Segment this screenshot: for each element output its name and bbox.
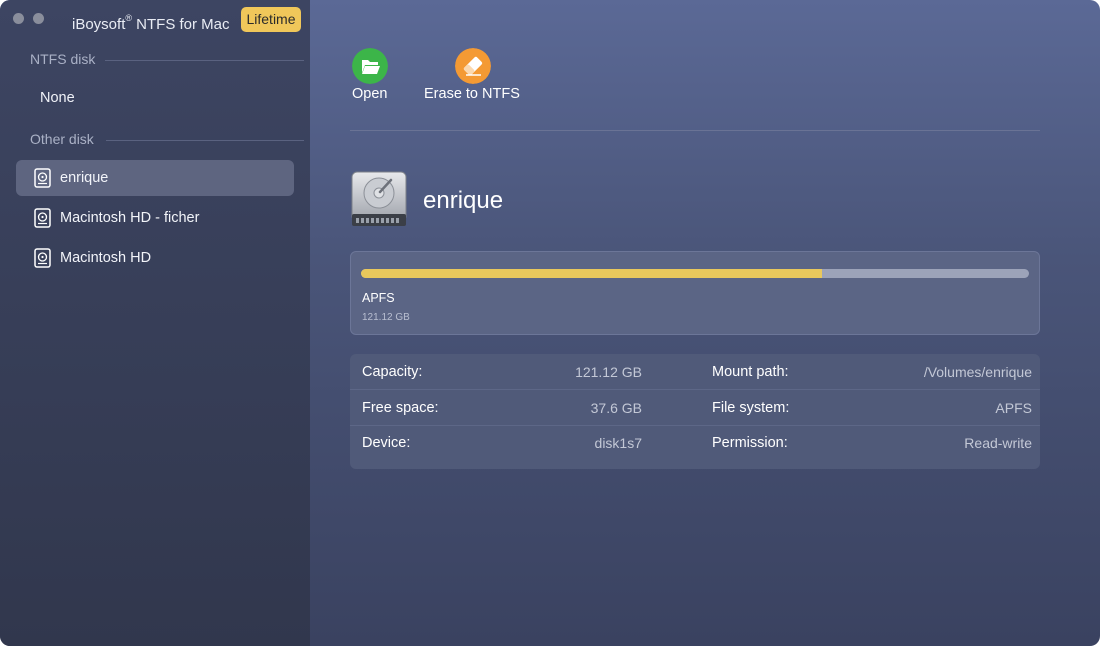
capacity-label: Capacity: [362,364,423,380]
open-button-label: Open [352,86,388,102]
free-space-label: Free space: [362,400,439,416]
sidebar-item-macintosh-hd[interactable]: Macintosh HD [16,240,294,276]
info-row: Free space: 37.6 GB File system: APFS [350,390,1040,426]
sidebar: iBoysoft® NTFS for Mac Lifetime NTFS dis… [0,0,310,646]
device-value: disk1s7 [594,435,642,451]
sidebar-item-label: enrique [60,170,109,186]
sidebar-item-label: Macintosh HD [60,250,152,266]
hard-drive-icon [34,248,51,268]
license-badge: Lifetime [241,7,301,32]
hard-drive-icon [34,168,51,188]
device-label: Device: [362,435,411,451]
disk-title: enrique [423,187,504,214]
window-minimize-button[interactable] [33,13,44,24]
sidebar-item-macintosh-hd-ficher[interactable]: Macintosh HD - ficher [16,200,294,236]
erase-to-ntfs-button[interactable]: Erase to NTFS [424,48,524,108]
erase-to-ntfs-label: Erase to NTFS [424,86,520,102]
disk-info-panel: Capacity: 121.12 GB Mount path: /Volumes… [350,354,1040,469]
toolbar-divider [350,130,1040,131]
eraser-icon [455,48,491,84]
other-disk-section-header: Other disk [30,131,94,147]
usage-panel: APFS 121.12 GB [350,251,1040,335]
section-divider [105,60,304,61]
hard-drive-icon [351,171,407,226]
mount-path-value: /Volumes/enrique [923,364,1032,380]
permission-label: Permission: [712,435,788,451]
sidebar-item-enrique[interactable]: enrique [16,160,294,196]
app-window: iBoysoft® NTFS for Mac Lifetime NTFS dis… [0,0,1100,646]
usage-bar-fill [361,269,822,278]
usage-bar [361,269,1029,278]
file-system-label: File system: [712,400,790,416]
partition-filesystem: APFS [362,291,395,305]
registered-mark: ® [125,13,132,23]
free-space-value: 37.6 GB [590,400,642,416]
capacity-value: 121.12 GB [575,364,642,380]
mount-path-label: Mount path: [712,364,789,380]
folder-open-icon [352,48,388,84]
app-title-name: iBoysoft [72,16,126,33]
info-row: Device: disk1s7 Permission: Read-write [350,425,1040,461]
file-system-value: APFS [995,400,1032,416]
partition-capacity: 121.12 GB [362,312,410,323]
hard-drive-icon [34,208,51,228]
section-divider [106,140,304,141]
open-button[interactable]: Open [351,48,391,108]
ntfs-disk-empty-label: None [40,90,75,106]
permission-value: Read-write [964,435,1032,451]
app-title: iBoysoft® NTFS for Mac [72,7,230,33]
app-title-suffix: NTFS for Mac [132,16,230,33]
sidebar-item-label: Macintosh HD - ficher [60,210,200,226]
info-row: Capacity: 121.12 GB Mount path: /Volumes… [350,354,1040,390]
ntfs-disk-section-header: NTFS disk [30,51,96,67]
window-close-button[interactable] [13,13,24,24]
